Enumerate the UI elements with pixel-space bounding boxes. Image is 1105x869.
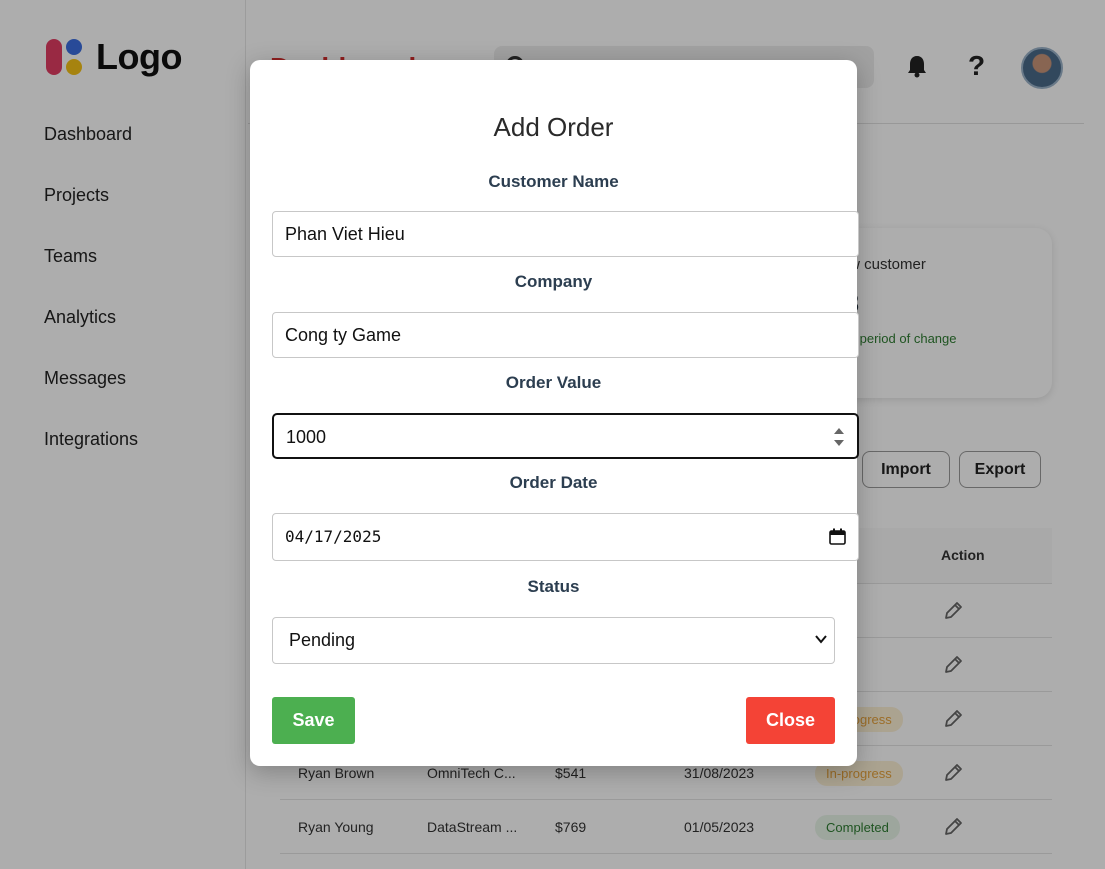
close-button[interactable]: Close — [746, 697, 835, 744]
chevron-down-icon — [815, 635, 827, 644]
calendar-icon[interactable] — [829, 528, 846, 545]
status-select-value: Pending — [289, 630, 356, 650]
customer-name-value: Phan Viet Hieu — [285, 224, 405, 244]
order-value-field[interactable]: 1000 — [272, 413, 859, 459]
spinner-arrows-icon[interactable] — [833, 425, 845, 449]
order-value-value: 1000 — [286, 427, 327, 447]
company-label: Company — [514, 272, 593, 291]
company-value: Cong ty Game — [285, 325, 402, 345]
order-date-label: Order Date — [509, 473, 598, 492]
status-select[interactable]: Pending — [272, 617, 835, 664]
add-order-modal: Add Order Customer Name Phan Viet Hieu C… — [250, 60, 859, 766]
status-label: Status — [527, 577, 580, 596]
order-date-value: 04/17/2025 — [285, 527, 382, 546]
order-date-field[interactable]: 04/17/2025 — [272, 513, 859, 561]
order-value-label: Order Value — [505, 373, 602, 392]
modal-title: Add Order — [493, 112, 614, 142]
customer-name-field[interactable]: Phan Viet Hieu — [272, 211, 859, 257]
company-field[interactable]: Cong ty Game — [272, 312, 859, 358]
save-button[interactable]: Save — [272, 697, 355, 744]
customer-name-label: Customer Name — [488, 172, 619, 191]
